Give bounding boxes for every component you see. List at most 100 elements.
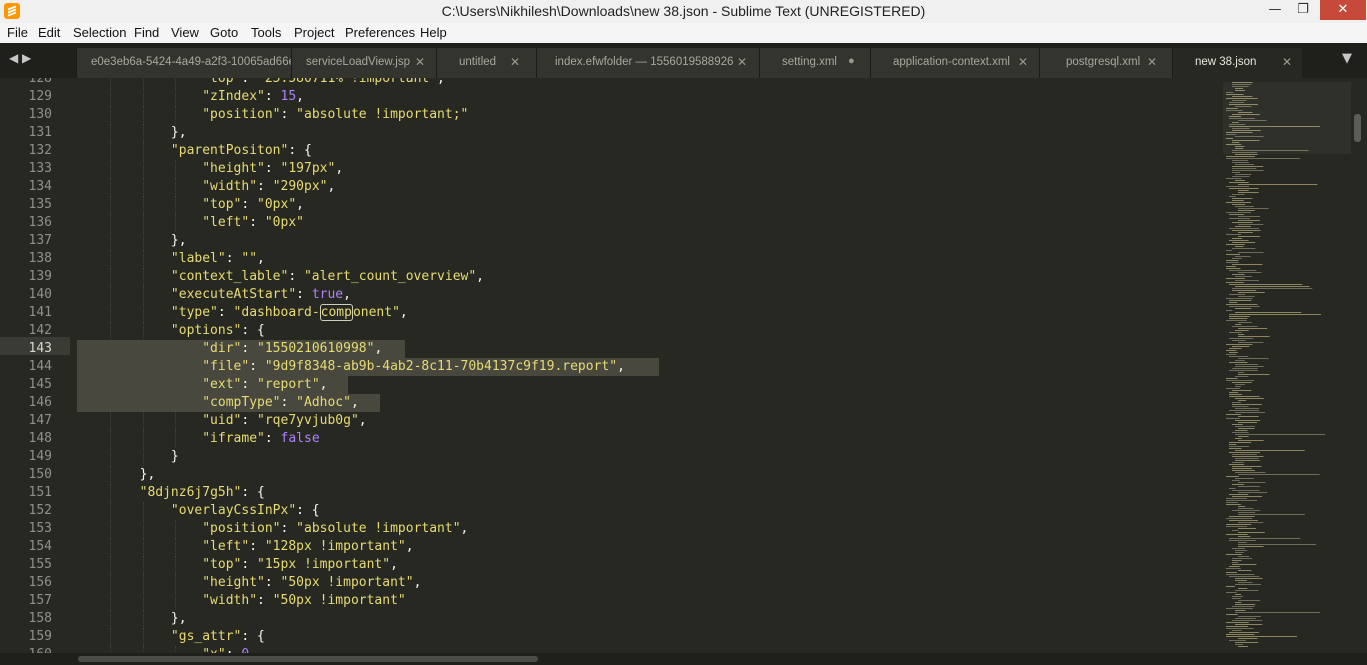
line-number: 130 (28, 107, 52, 122)
menu-view[interactable]: View (171, 25, 199, 40)
code-line[interactable]: "options": { (77, 322, 625, 340)
code-line[interactable]: "top": "0px", (77, 196, 625, 214)
menu-tools[interactable]: Tools (251, 25, 281, 40)
menu-project[interactable]: Project (294, 25, 334, 40)
minimap-preview (1226, 82, 1326, 647)
code-line[interactable]: "overlayCssInPx": { (77, 502, 625, 520)
tab-untitled[interactable]: untitled ✕ (436, 48, 536, 78)
code-line[interactable]: }, (77, 124, 625, 142)
code-line[interactable]: } (77, 448, 625, 466)
tab-postgresql[interactable]: postgresql.xml ✕ (1039, 48, 1172, 78)
minimap-line (1238, 220, 1260, 221)
code-editor[interactable]: 128 129 130 131 132 133 134 135 136 137 138 139 140 1… (0, 78, 1222, 653)
minimap[interactable] (1222, 78, 1352, 653)
code-token: , (327, 179, 336, 194)
code-token: false (280, 431, 320, 446)
code-line[interactable]: "iframe": false (77, 430, 625, 448)
code-area[interactable]: "top": "25.580711% !important", "zIndex"… (77, 78, 660, 653)
minimap-line (1232, 242, 1256, 243)
unsaved-dot-icon[interactable]: ● (848, 55, 855, 67)
code-line[interactable]: "type": "dashboard-component", (77, 304, 625, 322)
horizontal-scrollbar[interactable] (78, 656, 538, 662)
bracket-match-highlight: comp (319, 304, 353, 321)
menu-file[interactable]: File (7, 25, 28, 40)
tab-e0e3eb6a[interactable]: e0e3eb6a-5424-4a49-a2f3-10065ad66ef7 (76, 48, 291, 78)
code-line[interactable]: "context_lable": "alert_count_overview", (77, 268, 625, 286)
code-line[interactable]: "width": "50px !important" (77, 592, 625, 610)
code-line[interactable]: "label": "", (77, 250, 625, 268)
menu-find[interactable]: Find (134, 25, 159, 40)
tab-close-icon[interactable]: ✕ (1282, 55, 1292, 69)
tab-index-efwfolder[interactable]: index.efwfolder — 1556019588926 ✕ (536, 48, 759, 78)
code-line[interactable]: "position": "absolute !important;" (77, 106, 625, 124)
code-line[interactable]: "gs_attr": { (77, 628, 625, 646)
tabs-dropdown-icon[interactable]: ▼ (1342, 51, 1352, 66)
code-line[interactable]: "width": "290px", (77, 178, 625, 196)
code-token: : (225, 251, 242, 266)
code-line[interactable]: "uid": "rqe7yvjub0g", (77, 412, 625, 430)
menu-preferences[interactable]: Preferences (345, 25, 415, 40)
code-line[interactable]: "left": "128px !important", (77, 538, 625, 556)
code-token: : (249, 539, 265, 554)
code-line[interactable]: }, (77, 232, 625, 250)
code-line[interactable]: "left": "0px" (77, 214, 625, 232)
tab-new-38-json[interactable]: new 38.json ✕ (1172, 48, 1302, 78)
code-line[interactable]: "compType": "Adhoc", (77, 394, 625, 412)
tab-scroll-right-icon[interactable]: ▶ (22, 51, 31, 65)
code-token: : (280, 107, 297, 122)
code-line[interactable]: "parentPositon": { (77, 142, 625, 160)
code-line[interactable]: "ext": "report", (77, 376, 625, 394)
code-line[interactable]: "top": "15px !important", (77, 556, 625, 574)
code-line[interactable]: "height": "50px !important", (77, 574, 625, 592)
minimap-line (1229, 270, 1257, 271)
code-text: "options": { (77, 323, 265, 338)
minimap-line (1238, 216, 1261, 217)
code-text: "label": "", (77, 251, 265, 266)
code-line[interactable]: "dir": "1550210610998", (77, 340, 625, 358)
tab-application-context[interactable]: application-context.xml ✕ (870, 48, 1039, 78)
code-line[interactable]: "file": "9d9f8348-ab9b-4ab2-8c11-70b4137… (77, 358, 660, 376)
code-token: "context_lable" (170, 269, 289, 284)
code-token: "290px" (272, 179, 328, 194)
minimap-viewport[interactable] (1223, 82, 1351, 154)
minimap-line (1229, 188, 1259, 189)
tab-close-icon[interactable]: ✕ (737, 55, 747, 69)
tab-close-icon[interactable]: ✕ (415, 55, 425, 69)
minimap-line (1238, 536, 1251, 537)
minimap-line (1238, 334, 1245, 335)
menu-goto[interactable]: Goto (210, 25, 238, 40)
minimap-line (1238, 474, 1320, 475)
code-token: : { (296, 503, 320, 518)
minimap-line (1235, 366, 1264, 367)
code-line[interactable]: }, (77, 610, 625, 628)
minimap-line (1232, 222, 1253, 223)
code-line[interactable]: "executeAtStart": true, (77, 286, 625, 304)
code-token: , (257, 251, 265, 266)
tab-scroll-left-icon[interactable]: ◀ (9, 51, 18, 65)
code-line[interactable]: }, (77, 466, 625, 484)
tab-close-icon[interactable]: ✕ (510, 55, 520, 69)
menu-edit[interactable]: Edit (38, 25, 60, 40)
code-line[interactable]: "zIndex": 15, (77, 88, 625, 106)
line-number: 155 (28, 557, 52, 572)
code-line[interactable]: "8djnz6j7g5h": { (77, 484, 625, 502)
code-line[interactable]: "position": "absolute !important", (77, 520, 625, 538)
code-line[interactable]: "height": "197px", (77, 160, 625, 178)
code-token: : (296, 287, 312, 302)
code-token: : (241, 197, 258, 212)
maximize-icon[interactable]: ❐ (1290, 0, 1316, 20)
close-icon[interactable]: ✕ (1320, 0, 1366, 20)
minimap-line (1235, 430, 1248, 431)
minimize-icon[interactable]: — (1262, 0, 1288, 20)
code-line[interactable]: "top": "25.580711% !important", (77, 78, 625, 88)
code-line[interactable]: "x": 0, (77, 646, 625, 653)
menu-selection[interactable]: Selection (73, 25, 126, 40)
tab-close-icon[interactable]: ✕ (1018, 55, 1028, 69)
vertical-scrollbar[interactable] (1354, 114, 1361, 142)
tab-setting-xml[interactable]: setting.xml ● (759, 48, 870, 78)
minimap-line (1229, 640, 1246, 641)
tab-serviceloadview[interactable]: serviceLoadView.jsp ✕ (291, 48, 436, 78)
minimap-line (1232, 630, 1242, 631)
tab-close-icon[interactable]: ✕ (1147, 55, 1157, 69)
menu-help[interactable]: Help (420, 25, 447, 40)
